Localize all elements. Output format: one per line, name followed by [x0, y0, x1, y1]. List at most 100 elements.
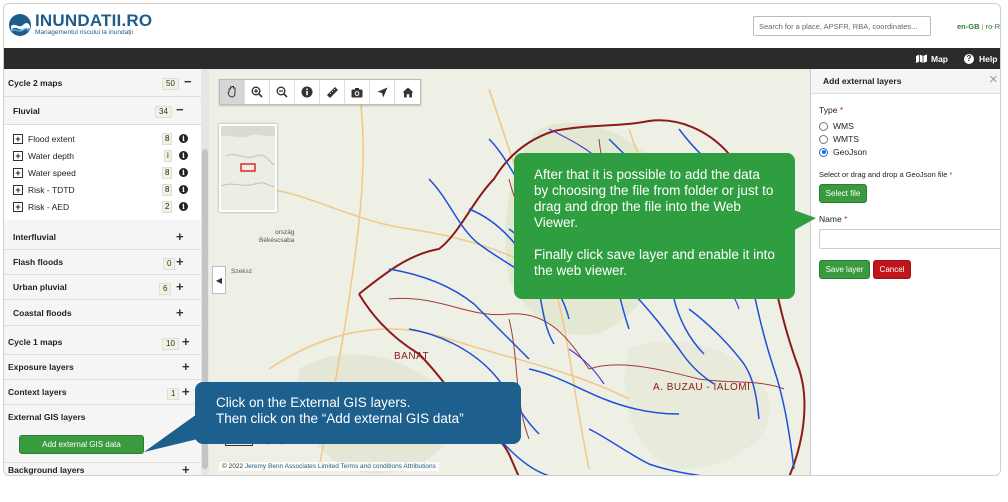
- map-label-banat: BANAT: [394, 351, 430, 362]
- info-icon[interactable]: i: [179, 202, 188, 211]
- lang-separator: |: [981, 22, 984, 31]
- instruction-callout-blue: Click on the External GIS layers. Then c…: [195, 382, 521, 444]
- panel-header: Add external layers: [811, 69, 1000, 94]
- attributions-link[interactable]: Attributions: [403, 463, 436, 470]
- locate-icon: [377, 87, 387, 97]
- save-layer-button[interactable]: Save layer: [819, 260, 870, 279]
- language-switcher: en-GB | ro-R: [957, 22, 1000, 31]
- cancel-button[interactable]: Cancel: [873, 260, 911, 279]
- group-cycle1[interactable]: Cycle 1 maps 10 +: [4, 330, 201, 355]
- expand-icon[interactable]: +: [176, 280, 184, 293]
- add-layer-checkbox[interactable]: +: [13, 150, 23, 161]
- select-file-button[interactable]: Select file: [819, 184, 867, 203]
- subgroup-fluvial[interactable]: Fluvial 34 −: [4, 97, 201, 125]
- expand-icon[interactable]: +: [176, 306, 184, 319]
- name-label: Name *: [819, 214, 848, 224]
- map-attribution: © 2022 Jeremy Benn Associates Limited Te…: [219, 462, 439, 471]
- radio-button[interactable]: [819, 134, 828, 144]
- type-radio-wmts[interactable]: WMTS: [819, 134, 859, 144]
- collapse-icon[interactable]: −: [184, 75, 192, 88]
- info-icon[interactable]: i: [179, 168, 188, 177]
- expand-icon[interactable]: +: [182, 360, 190, 373]
- file-label: Select or drag and drop a GeoJson file *: [819, 170, 953, 179]
- nav-map-label: Map: [931, 53, 948, 64]
- layer-risk-aed[interactable]: + Risk - AED 2 i: [4, 198, 201, 215]
- identify-button[interactable]: [295, 80, 320, 104]
- logo-tagline: Managementul riscului la inundații: [35, 29, 133, 36]
- logo-globe-icon: [9, 13, 31, 36]
- company-link[interactable]: Jeremy Benn Associates Limited: [245, 463, 339, 470]
- layer-water-speed[interactable]: + Water speed 8 i: [4, 164, 201, 181]
- panel-title: Add external layers: [823, 76, 902, 86]
- layer-water-depth[interactable]: + Water depth i i: [4, 147, 201, 164]
- info-icon[interactable]: i: [179, 185, 188, 194]
- nav-help-tab[interactable]: ? Help: [964, 48, 997, 69]
- group-context[interactable]: Context layers 1 +: [4, 380, 201, 405]
- group-exposure[interactable]: Exposure layers +: [4, 355, 201, 380]
- add-layer-checkbox[interactable]: +: [13, 167, 23, 178]
- home-icon: [402, 87, 413, 97]
- subgroup-interfluvial[interactable]: Interfluvial +: [4, 224, 201, 250]
- screenshot-button[interactable]: [345, 80, 370, 104]
- map-label-szeksz: Szeksz: [231, 268, 252, 275]
- expand-icon[interactable]: +: [182, 335, 190, 348]
- add-layer-checkbox[interactable]: +: [13, 133, 23, 144]
- expand-icon[interactable]: +: [182, 385, 190, 398]
- measure-button[interactable]: [320, 80, 345, 104]
- info-icon[interactable]: i: [179, 151, 188, 160]
- map-icon: [916, 54, 927, 63]
- overview-minimap[interactable]: [219, 124, 277, 212]
- subgroup-flash-floods[interactable]: Flash floods 0 +: [4, 250, 201, 275]
- zoom-in-button[interactable]: [245, 80, 270, 104]
- logo[interactable]: INUNDATII.RO Managementul riscului la in…: [8, 12, 152, 37]
- add-external-gis-button[interactable]: Add external GIS data: [19, 435, 144, 454]
- expand-icon[interactable]: +: [176, 230, 184, 243]
- subgroup-urban-pluvial[interactable]: Urban pluvial 6 +: [4, 275, 201, 300]
- radio-button[interactable]: [819, 121, 828, 131]
- subgroup-coastal-floods[interactable]: Coastal floods +: [4, 300, 201, 326]
- info-icon: [301, 86, 313, 98]
- add-layer-checkbox[interactable]: +: [13, 201, 23, 212]
- layer-name-input[interactable]: [819, 229, 1000, 249]
- callout-blue-line-1: Click on the External GIS layers.: [216, 395, 411, 410]
- zoom-out-button[interactable]: [270, 80, 295, 104]
- terms-link[interactable]: Terms and conditions: [341, 463, 402, 470]
- layer-risk-tdtd[interactable]: + Risk - TDTD 8 i: [4, 181, 201, 198]
- info-icon[interactable]: i: [179, 134, 188, 143]
- header: INUNDATII.RO Managementul riscului la in…: [4, 4, 1000, 48]
- subgroup-fluvial-count: 34: [155, 106, 172, 118]
- camera-icon: [351, 87, 363, 97]
- minimap-canvas: [221, 126, 275, 210]
- expand-icon[interactable]: +: [176, 255, 184, 268]
- map-toolbar: [219, 79, 421, 105]
- home-button[interactable]: [395, 80, 420, 104]
- collapse-sidebar-button[interactable]: ◀: [212, 266, 226, 294]
- group-background[interactable]: Background layers +: [4, 462, 201, 475]
- callout-green-text-1: After that it is possible to add the dat…: [534, 167, 774, 230]
- search-input[interactable]: [753, 16, 931, 36]
- group-cycle2[interactable]: Cycle 2 maps 50 −: [4, 69, 201, 97]
- callout-green-text-2: Finally click save layer and enable it i…: [534, 247, 775, 278]
- layer-flood-extent[interactable]: + Flood extent 8 i: [4, 130, 201, 147]
- add-layer-checkbox[interactable]: +: [13, 184, 23, 195]
- close-icon[interactable]: ×: [989, 72, 998, 87]
- expand-icon[interactable]: +: [182, 463, 190, 475]
- measure-icon: [326, 87, 338, 98]
- pan-icon: [227, 86, 236, 98]
- lang-ro-link[interactable]: ro-R: [986, 22, 1000, 31]
- group-external-gis[interactable]: External GIS layers: [4, 405, 201, 429]
- layers-sidebar: Cycle 2 maps 50 − Fluvial 34 − + Flood e…: [4, 69, 209, 475]
- radio-button-selected[interactable]: [819, 147, 828, 157]
- locate-button[interactable]: [370, 80, 395, 104]
- zoom-out-icon: [276, 86, 288, 98]
- pan-tool-button[interactable]: [220, 80, 245, 104]
- type-radio-wms[interactable]: WMS: [819, 121, 854, 131]
- type-label: Type *: [819, 105, 844, 115]
- nav-map-tab[interactable]: Map: [916, 48, 948, 69]
- type-radio-geojson[interactable]: GeoJson: [819, 147, 867, 157]
- fluvial-layer-list: + Flood extent 8 i + Water depth i i + W…: [4, 125, 201, 220]
- collapse-icon[interactable]: −: [176, 103, 184, 116]
- callout-blue-line-2: Then click on the “Add external GIS data…: [216, 411, 464, 426]
- lang-en-link[interactable]: en-GB: [957, 22, 980, 31]
- map-label-orszag: ország: [275, 229, 295, 236]
